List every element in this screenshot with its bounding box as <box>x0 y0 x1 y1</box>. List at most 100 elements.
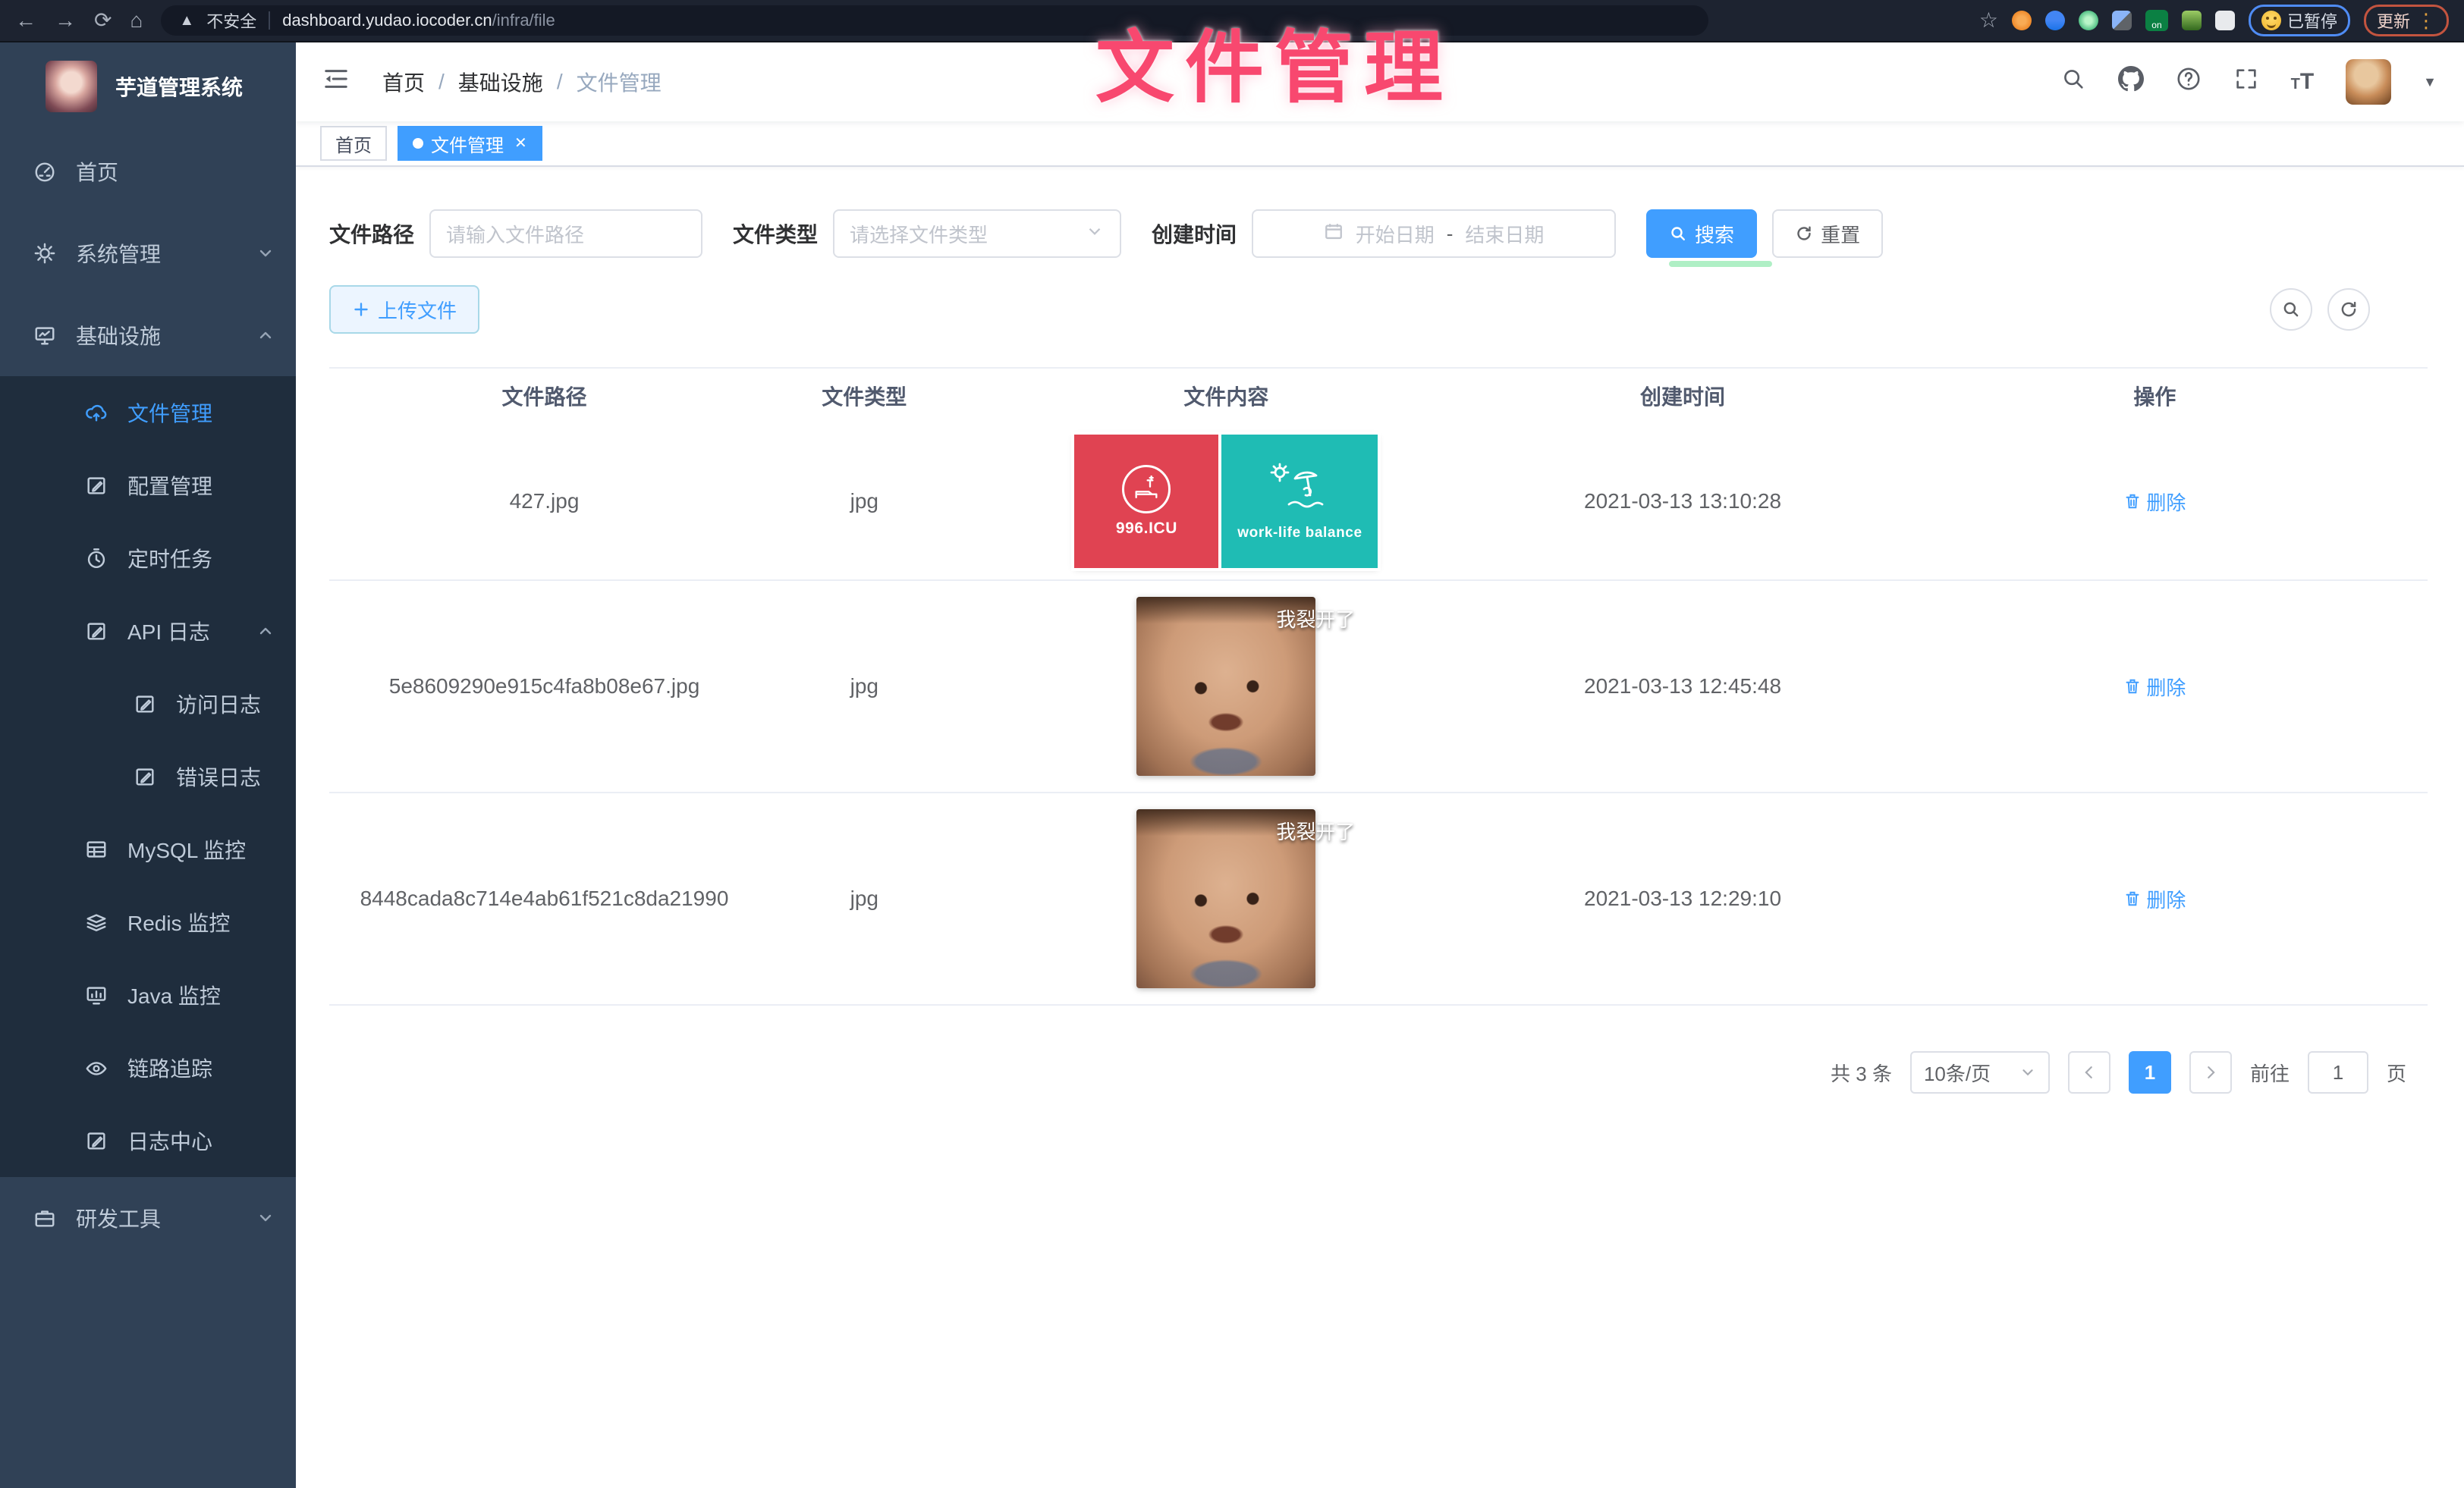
browser-menu-icon[interactable]: ⋮ <box>2416 11 2436 30</box>
breadcrumb-separator: / <box>557 70 563 94</box>
extension-icon-blue-pin[interactable] <box>2045 11 2065 30</box>
col-file-content: 文件内容 <box>970 381 1484 411</box>
sidebar-item-java-monitor[interactable]: Java 监控 <box>0 959 296 1031</box>
close-tab-icon[interactable]: ✕ <box>514 136 527 151</box>
prev-page-button[interactable] <box>2068 1051 2110 1094</box>
extension-icon-green-leaf[interactable] <box>2182 11 2202 30</box>
sidebar-item-access-log[interactable]: 访问日志 <box>0 667 296 740</box>
dev-tools-icon <box>33 1207 56 1229</box>
refresh-icon[interactable] <box>2327 288 2370 331</box>
sidebar-logo-row[interactable]: 芋道管理系统 <box>0 42 296 130</box>
font-size-icon[interactable]: TT <box>2291 71 2315 93</box>
sidebar-item-api-log[interactable]: API 日志 <box>0 595 296 667</box>
page-size-select[interactable]: 10条/页 <box>1910 1051 2050 1094</box>
file-type-select[interactable]: 请选择文件类型 <box>833 209 1121 258</box>
tab-home[interactable]: 首页 <box>320 126 387 161</box>
delete-button[interactable]: 删除 <box>2123 488 2186 516</box>
access-log-icon <box>134 692 156 715</box>
trash-icon <box>2123 890 2142 908</box>
profile-paused-badge[interactable]: 已暂停 <box>2249 5 2350 36</box>
cloud-upload-icon <box>85 401 108 424</box>
goto-page-input[interactable] <box>2308 1051 2368 1094</box>
header-search-icon[interactable] <box>2060 66 2086 98</box>
user-menu-caret-icon[interactable]: ▼ <box>2423 74 2437 90</box>
url-path: /infra/file <box>492 11 555 30</box>
toggle-search-icon[interactable] <box>2270 288 2312 331</box>
reset-button[interactable]: 重置 <box>1772 209 1883 258</box>
sidebar-item-mysql-monitor[interactable]: MySQL 监控 <box>0 813 296 886</box>
extension-icon-puzzle[interactable] <box>2215 11 2235 30</box>
start-date-placeholder: 开始日期 <box>1356 220 1435 248</box>
fullscreen-icon[interactable] <box>2233 66 2259 98</box>
file-path-label: 文件路径 <box>329 218 414 249</box>
header-actions: TT ▼ <box>2060 59 2437 105</box>
toolbar-right-actions <box>2270 288 2370 331</box>
sidebar-item-home[interactable]: 首页 <box>0 130 296 212</box>
sidebar-item-file-manage[interactable]: 文件管理 <box>0 376 296 449</box>
user-avatar[interactable] <box>2346 59 2391 105</box>
sidebar-item-error-log[interactable]: 错误日志 <box>0 740 296 813</box>
log-center-icon <box>85 1129 108 1152</box>
file-path-input[interactable]: 请输入文件路径 <box>429 209 702 258</box>
date-range-picker[interactable]: 开始日期 - 结束日期 <box>1252 209 1616 258</box>
warning-icon: ▲ <box>179 12 194 30</box>
chevron-up-icon <box>256 622 275 640</box>
chrome-update-button[interactable]: 更新 ⋮ <box>2364 5 2449 36</box>
dashboard-icon <box>33 160 56 183</box>
address-bar[interactable]: ▲ 不安全 dashboard.yudao.iocoder.cn/infra/f… <box>161 5 1708 36</box>
chevron-down-icon <box>256 244 275 262</box>
file-manage-page: 文件路径 请输入文件路径 文件类型 请选择文件类型 创建时间 开始日期 - 结束… <box>296 167 2464 1094</box>
sidebar-item-log-center[interactable]: 日志中心 <box>0 1104 296 1177</box>
active-dot-icon <box>413 138 423 149</box>
extension-icon-grid[interactable] <box>2112 11 2132 30</box>
browser-extensions: ☆ on 已暂停 更新 ⋮ <box>1979 5 2449 36</box>
app-header: 首页 / 基础设施 / 文件管理 TT ▼ <box>296 42 2464 121</box>
tab-file-manage[interactable]: 文件管理 ✕ <box>398 126 542 161</box>
help-icon[interactable] <box>2176 66 2202 98</box>
sidebar-item-scheduled-jobs[interactable]: 定时任务 <box>0 522 296 595</box>
search-button[interactable]: 搜索 <box>1646 209 1757 258</box>
forward-icon[interactable]: → <box>55 10 76 31</box>
select-caret-icon <box>1085 221 1105 246</box>
gear-icon <box>33 242 56 265</box>
delete-button[interactable]: 删除 <box>2123 885 2186 913</box>
extension-icon-green-circle[interactable] <box>2079 11 2098 30</box>
breadcrumb-home[interactable]: 首页 <box>382 67 425 97</box>
back-icon[interactable]: ← <box>15 10 36 31</box>
file-preview-baby-meme[interactable]: 我裂开了 <box>1136 597 1315 776</box>
mysql-table-icon <box>85 838 108 861</box>
trash-icon <box>2123 677 2142 695</box>
home-icon[interactable]: ⌂ <box>130 10 143 31</box>
reload-icon[interactable]: ⟳ <box>94 10 112 31</box>
create-time-label: 创建时间 <box>1152 218 1237 249</box>
breadcrumb: 首页 / 基础设施 / 文件管理 <box>382 67 662 97</box>
extension-icon-orange[interactable] <box>2012 11 2032 30</box>
file-preview-baby-meme[interactable]: 我裂开了 <box>1136 809 1315 988</box>
edit-icon <box>85 474 108 497</box>
date-range-separator: - <box>1447 222 1454 246</box>
sidebar-item-system[interactable]: 系统管理 <box>0 212 296 294</box>
next-page-button[interactable] <box>2189 1051 2232 1094</box>
hamburger-icon[interactable] <box>323 66 349 98</box>
breadcrumb-infrastructure[interactable]: 基础设施 <box>458 67 543 97</box>
github-icon[interactable] <box>2118 66 2144 98</box>
sidebar-item-infrastructure[interactable]: 基础设施 <box>0 294 296 376</box>
sidebar-item-config-manage[interactable]: 配置管理 <box>0 449 296 522</box>
chevron-up-icon <box>256 326 275 344</box>
col-create-time: 创建时间 <box>1483 381 1882 411</box>
infrastructure-icon <box>33 324 56 347</box>
address-divider <box>269 11 270 30</box>
bookmark-star-icon[interactable]: ☆ <box>1979 10 1998 31</box>
screen: ← → ⟳ ⌂ ▲ 不安全 dashboard.yudao.iocoder.cn… <box>0 0 2464 1488</box>
security-label[interactable]: 不安全 <box>206 8 256 33</box>
page-number-current[interactable]: 1 <box>2129 1051 2171 1094</box>
table-row: 5e8609290e915c4fa8b08e67.jpg jpg 我裂开了 20… <box>329 581 2428 793</box>
upload-file-button[interactable]: 上传文件 <box>329 285 479 334</box>
sidebar-item-redis-monitor[interactable]: Redis 监控 <box>0 886 296 959</box>
sidebar-item-trace[interactable]: 链路追踪 <box>0 1031 296 1104</box>
sidebar-item-dev-tools[interactable]: 研发工具 <box>0 1177 296 1259</box>
extension-icon-switch-on[interactable]: on <box>2145 10 2168 31</box>
timer-icon <box>85 547 108 570</box>
file-preview-996icu[interactable]: 996.ICU work-life balance <box>1074 435 1378 568</box>
delete-button[interactable]: 删除 <box>2123 673 2186 701</box>
